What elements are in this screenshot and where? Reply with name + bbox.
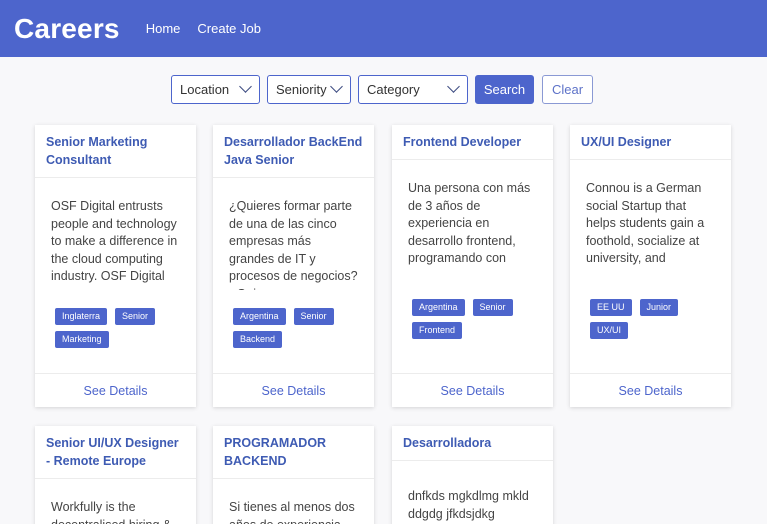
job-card: Frontend Developer Una persona con más d…: [392, 125, 553, 407]
job-title[interactable]: Frontend Developer: [392, 125, 553, 160]
see-details-link[interactable]: See Details: [35, 373, 196, 407]
seniority-select-label: Seniority: [276, 82, 327, 97]
category-select-label: Category: [367, 82, 420, 97]
see-details-link[interactable]: See Details: [392, 373, 553, 407]
tag-seniority: Junior: [639, 299, 679, 316]
job-tags: Inglaterra Senior Marketing: [55, 308, 188, 354]
nav-create-job[interactable]: Create Job: [197, 21, 261, 36]
job-card: PROGRAMADOR BACKEND Si tienes al menos d…: [213, 426, 374, 524]
job-title[interactable]: PROGRAMADOR BACKEND: [213, 426, 374, 479]
tag-category: UX/UI: [590, 322, 629, 339]
seniority-select[interactable]: Seniority: [267, 75, 351, 104]
job-description: Si tienes al menos dos años de experienc…: [229, 500, 355, 524]
job-tags: EE UU Junior UX/UI: [590, 299, 723, 345]
tag-category: Backend: [233, 331, 283, 348]
tag-location: Argentina: [233, 308, 286, 325]
job-title[interactable]: Senior UI/UX Designer - Remote Europe: [35, 426, 196, 479]
tag-location: Inglaterra: [55, 308, 108, 325]
nav-home[interactable]: Home: [146, 21, 181, 36]
navbar: Careers Home Create Job: [0, 0, 767, 57]
tag-seniority: Senior: [293, 308, 334, 325]
see-details-link[interactable]: See Details: [570, 373, 731, 407]
search-button[interactable]: Search: [475, 75, 534, 104]
tag-category: Frontend: [412, 322, 463, 339]
job-title[interactable]: Desarrolladora: [392, 426, 553, 461]
job-description: ¿Quieres formar parte de una de las cinc…: [229, 199, 358, 290]
job-card: UX/UI Designer Connou is a German social…: [570, 125, 731, 407]
job-description: Una persona con más de 3 años de experie…: [408, 181, 531, 266]
clear-button[interactable]: Clear: [542, 75, 593, 104]
tag-location: EE UU: [590, 299, 632, 316]
tag-seniority: Senior: [115, 308, 156, 325]
tag-seniority: Senior: [472, 299, 513, 316]
job-title[interactable]: Senior Marketing Consultant: [35, 125, 196, 178]
chevron-down-icon: [239, 80, 252, 93]
job-description: dnfkds mgkdlmg mkld ddgdg jfkdsjdkg gjks…: [408, 489, 529, 521]
category-select[interactable]: Category: [358, 75, 468, 104]
location-select-label: Location: [180, 82, 230, 97]
job-tags: Argentina Senior Backend: [233, 308, 366, 354]
brand-logo[interactable]: Careers: [14, 13, 120, 45]
location-select[interactable]: Location: [171, 75, 260, 104]
job-description: Workfully is the decentralised hiring &: [51, 500, 171, 524]
job-title[interactable]: UX/UI Designer: [570, 125, 731, 160]
tag-category: Marketing: [55, 331, 109, 348]
job-card: Desarrolladora dnfkds mgkdlmg mkld ddgdg…: [392, 426, 553, 524]
job-description: Connou is a German social Startup that h…: [586, 181, 705, 270]
see-details-link[interactable]: See Details: [213, 373, 374, 407]
chevron-down-icon: [447, 80, 460, 93]
job-description: OSF Digital entrusts people and technolo…: [51, 199, 178, 284]
job-card: Senior UI/UX Designer - Remote Europe Wo…: [35, 426, 196, 524]
job-tags: Argentina Senior Frontend: [412, 299, 545, 345]
filter-bar: Location Seniority Category Search Clear: [0, 75, 767, 104]
job-card: Desarrollador BackEnd Java Senior ¿Quier…: [213, 125, 374, 407]
job-card: Senior Marketing Consultant OSF Digital …: [35, 125, 196, 407]
tag-location: Argentina: [412, 299, 465, 316]
job-title[interactable]: Desarrollador BackEnd Java Senior: [213, 125, 374, 178]
chevron-down-icon: [330, 80, 343, 93]
